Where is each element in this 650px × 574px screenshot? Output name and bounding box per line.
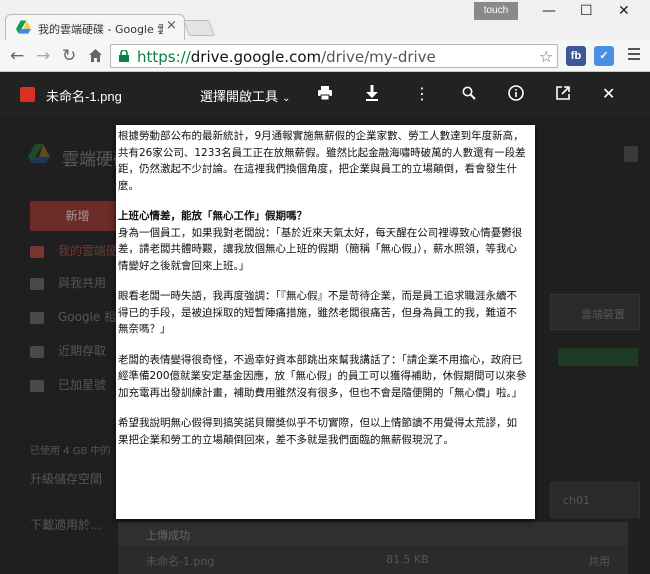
doc-paragraph: 眼看老闆一時失語，我再度強調：「『無心假』不是苛待企業，而是員工追求職涯永續不得… xyxy=(118,290,517,335)
doc-paragraph: 希望我說明無心假得到搞笑諾貝爾獎似乎不切實際，但以上情節讀不用覺得太荒謬，如果把… xyxy=(118,417,517,446)
star-icon xyxy=(30,379,44,392)
maximize-icon[interactable]: ☐ xyxy=(580,3,593,19)
bookmark-star-icon[interactable]: ☆ xyxy=(539,47,553,66)
viewer-header: 未命名-1.png 選擇開啟工具 ⌄ ⋮ ✕ xyxy=(0,72,650,116)
sidebar-item-photos[interactable]: Google 相簿 xyxy=(30,308,128,325)
touch-mode-label[interactable]: touch xyxy=(474,2,518,20)
tab-my-drive[interactable]: 我的雲端硬碟 - Google 雲 × xyxy=(5,14,185,40)
upload-header-label: 上傳成功 xyxy=(146,529,190,542)
home-icon[interactable] xyxy=(88,48,103,63)
url-path: /drive/my-drive xyxy=(321,48,436,66)
photos-icon xyxy=(30,311,44,324)
facebook-extension-icon[interactable]: fb xyxy=(566,46,586,66)
right-card[interactable]: 雲端裝置 xyxy=(550,294,640,330)
download-icon[interactable] xyxy=(366,85,378,101)
open-external-icon[interactable] xyxy=(556,86,570,100)
doc-paragraph: 根據勞動部公布的最新統計，9月通報實施無薪假的企業家數、勞工人數達到年度新高，共… xyxy=(118,130,526,192)
new-button[interactable]: 新增 xyxy=(30,201,125,231)
window-close-icon[interactable]: ✕ xyxy=(618,3,630,19)
forward-icon[interactable]: → xyxy=(36,46,50,66)
file-card-label: ch01 xyxy=(563,494,591,507)
zoom-icon[interactable] xyxy=(462,86,476,100)
new-tab-button[interactable] xyxy=(183,20,215,36)
open-with-button[interactable]: 選擇開啟工具 ⌄ xyxy=(200,86,291,105)
url-host: drive.google.com xyxy=(190,48,322,66)
doc-paragraph: 身為一個員工，如果我對老闆說：「基於近來天氣太好，每天醒在公司裡導致心情憂鬱很差… xyxy=(118,226,523,272)
people-icon xyxy=(30,277,44,290)
sidebar-item-recent[interactable]: 近期存取 xyxy=(30,342,106,359)
open-with-label: 選擇開啟工具 xyxy=(200,90,279,105)
info-icon[interactable] xyxy=(508,85,524,101)
doc-paragraph: 老闆的表情變得很奇怪，不過幸好資本部跳出來幫我講話了：「請企業不用擔心，政府已經… xyxy=(118,353,527,399)
upload-file-name: 未命名-1.png xyxy=(146,555,215,568)
trash-icon[interactable] xyxy=(624,146,638,162)
print-icon[interactable] xyxy=(318,86,332,100)
lock-icon xyxy=(119,50,129,62)
address-bar[interactable]: https://drive.google.com/drive/my-drive … xyxy=(110,44,558,68)
tab-title: 我的雲端硬碟 - Google 雲 xyxy=(38,23,163,35)
upload-header: 上傳成功 xyxy=(118,522,628,546)
close-icon[interactable]: ✕ xyxy=(602,84,615,104)
sidebar-item-my-drive[interactable]: 我的雲端硬碟 xyxy=(30,242,130,259)
sidebar-item-starred[interactable]: 已加星號 xyxy=(30,376,106,393)
sidebar-item-shared[interactable]: 與我共用 xyxy=(30,274,106,291)
sidebar-item-label: 與我共用 xyxy=(58,276,107,290)
folder-icon xyxy=(30,245,44,258)
download-backup-link[interactable]: 下載適用於... xyxy=(30,516,101,533)
sidebar-item-label: 已加星號 xyxy=(58,378,107,392)
right-card-label: 雲端裝置 xyxy=(581,308,625,321)
drive-logo-icon xyxy=(28,144,50,163)
image-file-icon xyxy=(20,87,35,102)
more-icon[interactable]: ⋮ xyxy=(414,84,430,104)
drive-favicon-icon xyxy=(16,20,31,34)
browser-tabstrip: 我的雲端硬碟 - Google 雲 × touch — ☐ ✕ xyxy=(0,0,650,40)
storage-text: 已使用 4 GB 中的 xyxy=(30,446,111,457)
reload-icon[interactable]: ↻ xyxy=(62,46,76,66)
document-preview: 根據勞動部公布的最新統計，9月通報實施無薪假的企業家數、勞工人數達到年度新高，共… xyxy=(116,125,535,519)
upload-file-size: 81.5 KB xyxy=(386,553,429,566)
tab-close-icon[interactable]: × xyxy=(166,18,177,33)
green-highlight xyxy=(558,348,638,366)
minimize-icon[interactable]: — xyxy=(542,3,556,19)
viewer-file-name: 未命名-1.png xyxy=(46,89,122,104)
url-text: https://drive.google.com/drive/my-drive xyxy=(137,48,436,66)
chevron-down-icon: ⌄ xyxy=(282,93,291,104)
clock-icon xyxy=(30,345,44,358)
doc-heading: 上班心情差，能放「無心工作」假期嗎？ xyxy=(118,210,307,222)
checkmark-extension-icon[interactable]: ✓ xyxy=(594,46,614,66)
upgrade-storage-link[interactable]: 升級儲存空間 xyxy=(30,470,102,487)
browser-toolbar: ← → ↻ https://drive.google.com/drive/my-… xyxy=(0,40,650,72)
share-link[interactable]: 共用 xyxy=(588,553,610,569)
file-card-ch01[interactable]: ch01 xyxy=(550,482,640,518)
url-scheme: https:// xyxy=(137,48,191,66)
sidebar-item-label: 近期存取 xyxy=(58,344,107,358)
back-icon[interactable]: ← xyxy=(10,46,24,66)
upload-panel: 上傳成功 未命名-1.png 81.5 KB 共用 xyxy=(118,522,628,574)
chrome-menu-icon[interactable] xyxy=(628,48,640,63)
upload-row[interactable]: 未命名-1.png 81.5 KB 共用 xyxy=(118,549,628,571)
